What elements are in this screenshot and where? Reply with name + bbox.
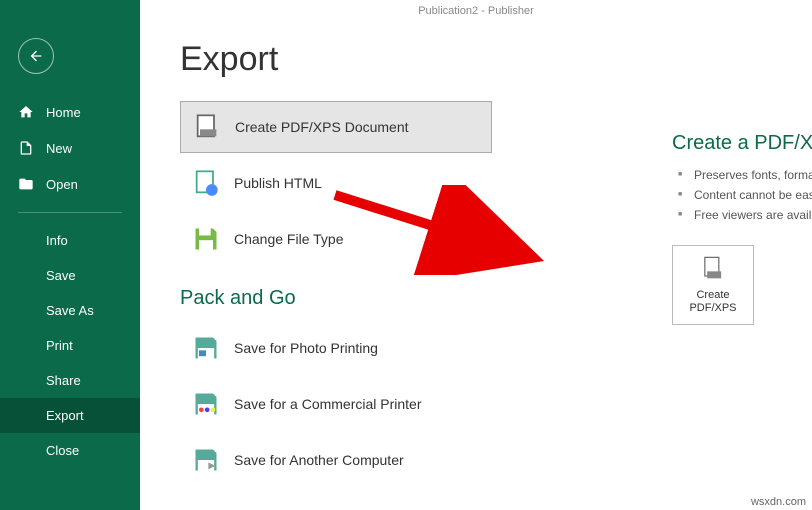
photo-icon xyxy=(192,334,220,362)
document-icon xyxy=(18,140,34,156)
option-label: Save for a Commercial Printer xyxy=(234,396,422,412)
nav-info[interactable]: Info xyxy=(0,223,140,258)
create-pdf-xps-button[interactable]: Create PDF/XPS xyxy=(672,245,754,325)
option-photo-printing[interactable]: Save for Photo Printing xyxy=(180,322,492,374)
nav-saveas[interactable]: Save As xyxy=(0,293,140,328)
nav-open[interactable]: Open xyxy=(0,166,140,202)
bullet-item: Content cannot be easily changed xyxy=(672,185,812,205)
option-create-pdf-xps[interactable]: Create PDF/XPS Document xyxy=(180,101,492,153)
nav-label: New xyxy=(46,141,72,156)
computer-icon xyxy=(192,446,220,474)
nav-label: Home xyxy=(46,105,81,120)
nav-label: Save As xyxy=(46,303,94,318)
bullet-item: Preserves fonts, formatting, and images xyxy=(672,165,812,185)
nav-label: Open xyxy=(46,177,78,192)
home-icon xyxy=(18,104,34,120)
bullet-item: Free viewers are available on the Web xyxy=(672,205,812,225)
nav-home[interactable]: Home xyxy=(0,94,140,130)
nav-new[interactable]: New xyxy=(0,130,140,166)
arrow-left-icon xyxy=(28,48,44,64)
option-label: Change File Type xyxy=(234,231,343,247)
watermark: wsxdn.com xyxy=(751,496,806,508)
nav-close[interactable]: Close xyxy=(0,433,140,468)
option-another-computer[interactable]: Save for Another Computer xyxy=(180,434,492,486)
nav-label: Export xyxy=(46,408,84,423)
back-button[interactable] xyxy=(18,38,54,74)
backstage-sidebar: Home New Open Info Save Save As Print Sh… xyxy=(0,0,140,510)
option-label: Publish HTML xyxy=(234,175,322,191)
nav-label: Print xyxy=(46,338,73,353)
divider xyxy=(18,212,122,213)
details-title: Create a PDF/XPS Document xyxy=(672,132,812,155)
nav-export[interactable]: Export xyxy=(0,398,140,433)
nav-print[interactable]: Print xyxy=(0,328,140,363)
nav-label: Info xyxy=(46,233,68,248)
nav-share[interactable]: Share xyxy=(0,363,140,398)
window-title: Publication2 - Publisher xyxy=(140,0,812,22)
nav-label: Share xyxy=(46,373,81,388)
option-publish-html[interactable]: Publish HTML xyxy=(180,157,492,209)
pdf-icon xyxy=(193,113,221,141)
option-label: Create PDF/XPS Document xyxy=(235,119,409,135)
option-change-file-type[interactable]: Change File Type xyxy=(180,213,492,265)
button-label: Create xyxy=(696,289,729,302)
page-title: Export xyxy=(180,40,772,79)
save-icon xyxy=(192,225,220,253)
nav-label: Save xyxy=(46,268,76,283)
details-bullets: Preserves fonts, formatting, and images … xyxy=(672,165,812,225)
details-panel: Create a PDF/XPS Document Preserves font… xyxy=(672,132,812,325)
main-panel: Export Create PDF/XPS Document Publish H… xyxy=(140,22,812,510)
option-label: Save for Photo Printing xyxy=(234,340,378,356)
nav-label: Close xyxy=(46,443,79,458)
button-label: PDF/XPS xyxy=(689,302,736,315)
option-label: Save for Another Computer xyxy=(234,452,404,468)
printer-icon xyxy=(192,390,220,418)
nav-save[interactable]: Save xyxy=(0,258,140,293)
folder-open-icon xyxy=(18,176,34,192)
pdf-document-icon xyxy=(699,255,727,283)
pack-options: Save for Photo Printing Save for a Comme… xyxy=(180,322,772,486)
html-icon xyxy=(192,169,220,197)
option-commercial-printer[interactable]: Save for a Commercial Printer xyxy=(180,378,492,430)
